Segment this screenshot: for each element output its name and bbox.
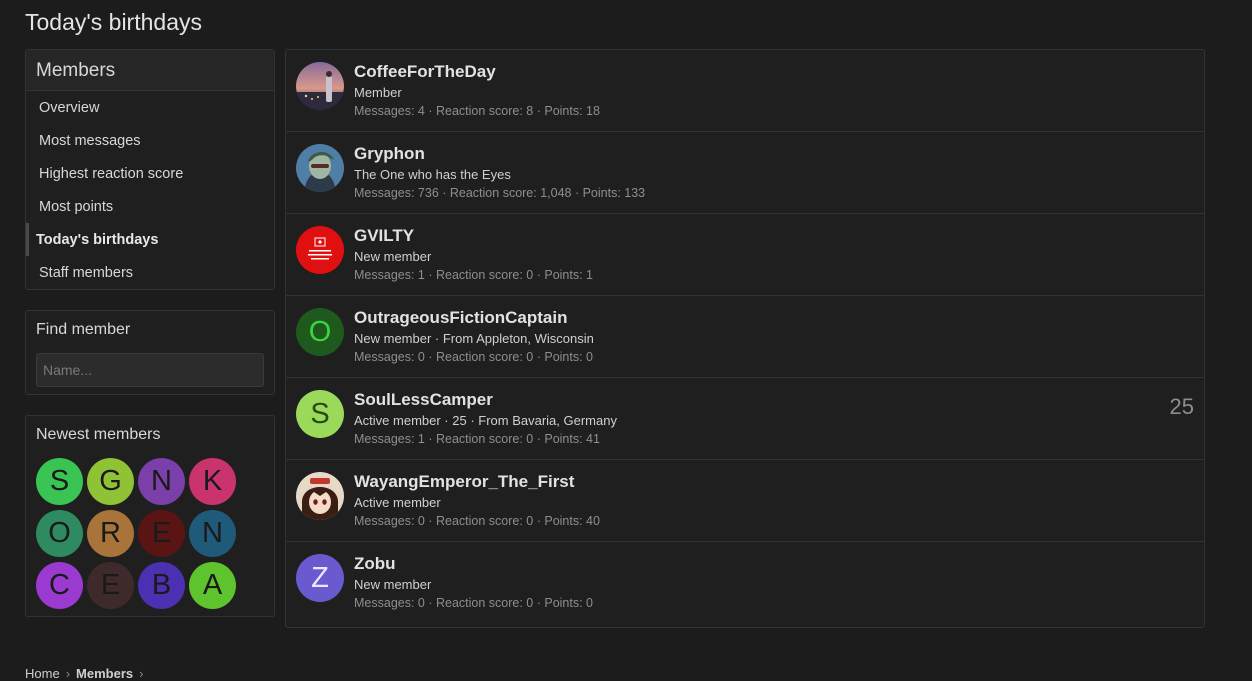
find-member-header: Find member [36, 321, 131, 338]
newest-member-avatar[interactable]: S [36, 458, 83, 505]
chevron-right-icon: › [139, 666, 144, 681]
anime-portrait-icon[interactable] [296, 472, 344, 520]
member-title: New member [354, 249, 432, 264]
newest-member-avatar[interactable]: C [36, 562, 83, 609]
member-row: GVILTY New member Messages: 1 · Reaction… [286, 214, 1204, 296]
member-avatar[interactable]: O [296, 308, 344, 356]
landscape-photo-icon[interactable] [296, 62, 344, 110]
find-member-block: Find member [25, 310, 275, 395]
member-title: New member · From Appleton, Wisconsin [354, 331, 594, 346]
member-row: Gryphon The One who has the Eyes Message… [286, 132, 1204, 214]
member-stats: Messages: 1 · Reaction score: 0 · Points… [354, 432, 600, 446]
newest-member-avatar[interactable]: K [189, 458, 236, 505]
newest-member-avatar[interactable]: A [189, 562, 236, 609]
member-title: The One who has the Eyes [354, 167, 511, 182]
member-stats: Messages: 4 · Reaction score: 8 · Points… [354, 104, 600, 118]
newest-member-avatar[interactable]: N [138, 458, 185, 505]
member-name[interactable]: GVILTY [354, 226, 414, 246]
nav-item-todays-birthdays[interactable]: Today's birthdays [26, 223, 274, 256]
member-avatar[interactable]: Z [296, 554, 344, 602]
newest-members-block: Newest members SGNKORENCEBA [25, 415, 275, 617]
chevron-right-icon: › [65, 666, 71, 681]
member-name[interactable]: CoffeeForTheDay [354, 62, 496, 82]
member-stats: Messages: 1 · Reaction score: 0 · Points… [354, 268, 593, 282]
avatar-letter: Z [311, 561, 329, 594]
character-portrait-icon[interactable] [296, 144, 344, 192]
member-age: 25 [1169, 394, 1194, 419]
newest-member-avatar[interactable]: G [87, 458, 134, 505]
breadcrumb-home[interactable]: Home [25, 666, 60, 681]
newest-member-avatar[interactable]: N [189, 510, 236, 557]
member-name[interactable]: Zobu [354, 554, 396, 574]
member-row: CoffeeForTheDay Member Messages: 4 · Rea… [286, 50, 1204, 132]
member-name[interactable]: WayangEmperor_The_First [354, 472, 574, 492]
member-name[interactable]: OutrageousFictionCaptain [354, 308, 567, 328]
members-nav-block: Members Overview Most messages Highest r… [25, 49, 275, 290]
breadcrumb-members[interactable]: Members [76, 666, 133, 681]
newest-member-avatar[interactable]: O [36, 510, 83, 557]
member-title: Member [354, 85, 402, 100]
nav-item-overview[interactable]: Overview [26, 91, 274, 124]
nav-item-most-messages[interactable]: Most messages [26, 124, 274, 157]
member-row: O OutrageousFictionCaptain New member · … [286, 296, 1204, 378]
newest-member-avatar[interactable]: E [138, 510, 185, 557]
member-title: Active member [354, 495, 441, 510]
member-avatar[interactable]: S [296, 390, 344, 438]
members-nav-header: Members [26, 50, 274, 91]
member-stats: Messages: 0 · Reaction score: 0 · Points… [354, 350, 593, 364]
member-title: Active member · 25 · From Bavaria, Germa… [354, 413, 617, 428]
nav-item-highest-reaction-score[interactable]: Highest reaction score [26, 157, 274, 190]
avatar-letter: S [310, 397, 330, 430]
member-name[interactable]: Gryphon [354, 144, 425, 164]
member-stats: Messages: 0 · Reaction score: 0 · Points… [354, 596, 593, 610]
member-row: Z Zobu New member Messages: 0 · Reaction… [286, 542, 1204, 624]
birthday-member-list: CoffeeForTheDay Member Messages: 4 · Rea… [285, 49, 1205, 628]
page-title: Today's birthdays [25, 9, 202, 35]
newest-members-header: Newest members [36, 426, 161, 443]
member-name[interactable]: SoulLessCamper [354, 390, 493, 410]
newest-member-avatar[interactable]: E [87, 562, 134, 609]
find-member-input[interactable] [36, 353, 264, 387]
nav-item-staff-members[interactable]: Staff members [26, 256, 274, 289]
newest-members-avatar-grid: SGNKORENCEBA [36, 458, 246, 609]
red-logo-icon[interactable] [296, 226, 344, 274]
nav-item-most-points[interactable]: Most points [26, 190, 274, 223]
member-row: WayangEmperor_The_First Active member Me… [286, 460, 1204, 542]
member-stats: Messages: 736 · Reaction score: 1,048 · … [354, 186, 646, 200]
breadcrumb: Home › Members › [25, 666, 149, 681]
newest-member-avatar[interactable]: R [87, 510, 134, 557]
avatar-letter: O [308, 315, 332, 348]
member-row: S SoulLessCamper Active member · 25 · Fr… [286, 378, 1204, 460]
newest-member-avatar[interactable]: B [138, 562, 185, 609]
member-title: New member [354, 577, 432, 592]
member-stats: Messages: 0 · Reaction score: 0 · Points… [354, 514, 600, 528]
